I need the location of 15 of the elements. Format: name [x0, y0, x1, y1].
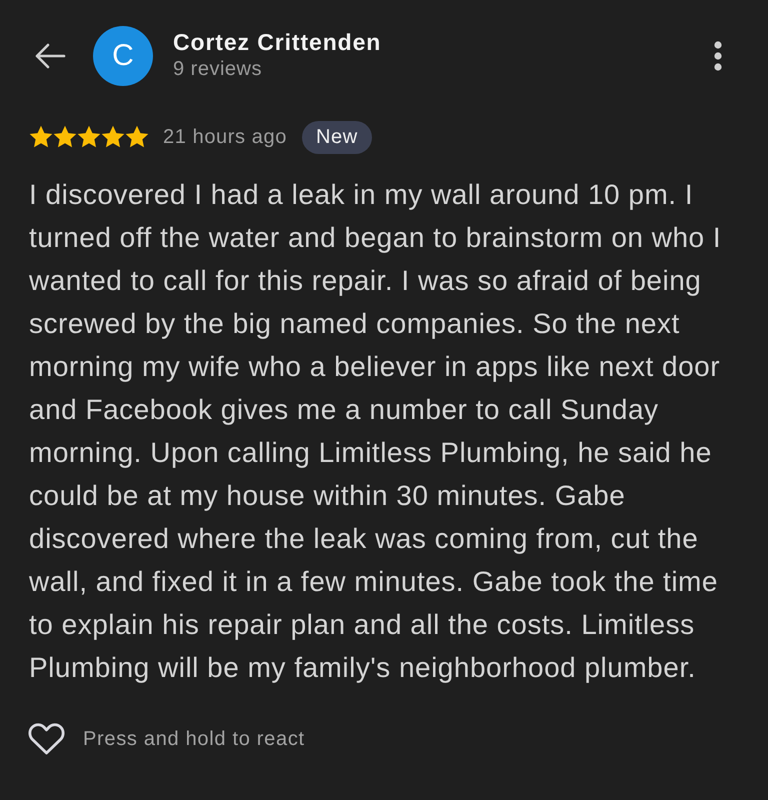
react-hint: Press and hold to react	[83, 728, 305, 750]
more-options-icon[interactable]	[713, 41, 723, 71]
heart-icon[interactable]	[28, 722, 65, 756]
star-filled-icon	[29, 125, 53, 149]
review-count: 9 reviews	[173, 57, 262, 81]
review-text: I discovered I had a leak in my wall around 10 pm. I turned off the water and began to brainstorm on who I wanted to call for this repair. I was so afraid of being screwed by the big named companies. So the next morning my wife who a believer in apps like next door and Facebook gives me a number to call Sunday morning. Upon calling Limitless Plumbing, he said he could be at my house within 30 minutes. Gabe discovered where the leak was coming from, cut the wall, and fixed it in a few minutes. Gabe took the time to explain his repair plan and all the costs. Limitless Plumbing will be my family's neighborhood plumber.	[29, 178, 722, 685]
reviewer-name: Cortez Crittenden	[173, 28, 382, 56]
star-filled-icon	[53, 125, 77, 149]
star-filled-icon	[77, 125, 101, 149]
back-arrow-icon[interactable]	[34, 43, 66, 69]
new-badge: New	[302, 120, 372, 154]
star-filled-icon	[125, 125, 149, 149]
avatar: C	[93, 26, 153, 86]
star-filled-icon	[101, 125, 125, 149]
review-time: 21 hours ago	[163, 126, 287, 148]
